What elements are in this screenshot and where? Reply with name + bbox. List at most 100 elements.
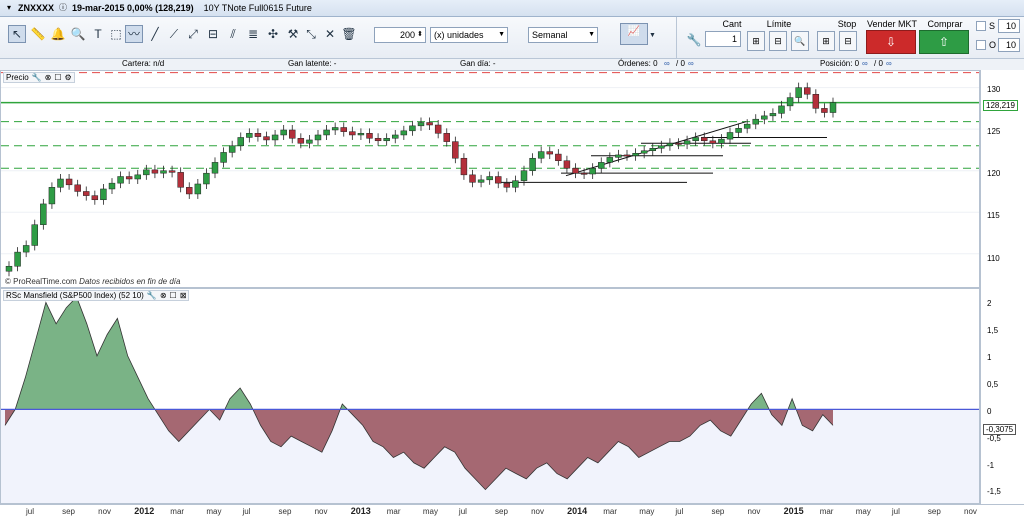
wrench-icon[interactable]: 🔧 [685,31,703,49]
candle [409,120,416,136]
link-icon[interactable]: ∞ [862,59,868,68]
wrench-icon[interactable]: 🔧 [147,291,157,300]
close-circle-icon[interactable]: ⊗ [160,291,167,300]
indicator-chart[interactable] [1,289,979,503]
channel-tool-icon[interactable]: ⫽ [224,25,242,43]
limit-label: Límite [766,19,792,29]
candle-body [649,148,656,152]
ruler-tool-icon[interactable]: 📏 [29,25,47,43]
pointer-tool-icon[interactable]: ↖ [8,25,26,43]
o-value-input[interactable]: 10 [998,38,1020,52]
candle-body [769,113,777,117]
chevron-down-icon[interactable]: ▼ [648,27,656,45]
chart-type-icon[interactable]: 📈 [620,23,648,45]
buy-market-button[interactable]: ⇧ [919,30,969,54]
candle [40,198,47,230]
candle-body [701,137,708,142]
fibonacci-tool-icon[interactable]: ≣ [244,25,262,43]
x-tick-label: jul [891,507,900,516]
trash-icon[interactable]: 🗑 [340,25,358,43]
hammer-tool-icon[interactable]: ⚒ [284,25,302,43]
candle [22,240,30,258]
close-icon[interactable]: ⊠ [180,291,187,300]
link-icon[interactable]: ∞ [688,59,694,68]
pattern-tool-icon[interactable]: ⬚ [107,25,125,43]
time-axis[interactable]: jul sep nov 2012 mar may jul sep nov 2013 mar may ju… [0,504,1024,518]
x-tick-label: 2015 [783,506,804,516]
candle-body [323,129,330,136]
limit-zoom-button[interactable]: 🔍 [791,31,809,51]
candle-body [512,180,519,188]
gann-tool-icon[interactable]: ✣ [264,25,282,43]
text-tool-icon[interactable]: T [89,25,107,43]
ytick-1-5: 1,5 [987,326,999,335]
candle [108,178,116,194]
indicator-y-axis[interactable]: 2 1,5 1 0,5 0 -0,5 -1 -1,5 [980,288,1024,504]
candle-body [640,150,648,154]
candle-body [31,224,38,246]
ordenes-info[interactable]: Órdenes: 0 [618,59,658,68]
sell-market-button[interactable]: ⇩ [866,30,916,54]
alert-bell-icon[interactable]: 🔔 [49,25,67,43]
x-tick-label: may [422,507,438,516]
properties-icon[interactable]: ⚙ [65,73,72,82]
link-icon[interactable]: ∞ [886,59,892,68]
candle [555,149,562,166]
close-circle-icon[interactable]: ⊗ [45,73,52,82]
horizontal-line-icon[interactable]: ⊟ [204,25,222,43]
ytick-minus-1-5: -1,5 [987,487,1001,496]
candle [512,175,519,193]
s-checkbox[interactable] [976,21,986,31]
candle [5,261,13,277]
trendline-tool-icon[interactable]: ⤡ [302,25,320,43]
o-checkbox[interactable] [976,40,986,50]
extended-line-icon[interactable]: ⤢ [184,25,202,43]
maximize-icon[interactable]: ☐ [54,73,61,82]
candle [606,152,614,168]
symbol-label[interactable]: ZNXXXX [18,3,54,13]
x-tick-label: may [639,507,655,516]
candle-body [65,178,73,186]
candle-body [280,129,287,136]
candle [486,171,493,185]
x-tick-label: 2013 [350,506,371,516]
s-value-input[interactable]: 10 [998,19,1020,33]
price-pane[interactable]: Precio 🔧 ⊗ ☐ ⚙ © ProRealTime.com Datos r… [0,70,980,288]
candle [83,186,90,201]
candle [675,138,682,150]
units-type-select[interactable]: (x) unidades ▼ [430,27,508,43]
candle-body [623,154,631,157]
candle-body [194,183,202,195]
stepper-icon[interactable]: ⬍ [417,28,423,42]
indicator-pane[interactable]: RSc Mansfield (S&P500 Index) (52 10) 🔧 ⊗… [0,288,980,504]
posicion-info[interactable]: Posición: 0 [820,59,859,68]
quantity-input[interactable]: 1 [705,31,741,47]
indicator-tool-icon[interactable]: 〰 [125,25,143,43]
x-tick-label: sep [711,507,725,516]
limit-buy-button[interactable]: ⊞ [747,31,765,51]
link-icon[interactable]: ∞ [664,59,670,68]
limit-sell-button[interactable]: ⊟ [769,31,787,51]
stop-buy-button[interactable]: ⊞ [817,31,835,51]
info-icon[interactable]: ⓘ [58,3,68,13]
window-menu-icon[interactable]: ▾ [4,3,14,13]
units-quantity-input[interactable]: 200 ⬍ [374,27,426,43]
maximize-icon[interactable]: ☐ [170,291,177,300]
price-chart[interactable] [1,71,979,287]
stop-sell-button[interactable]: ⊟ [839,31,857,51]
indicator-last-value-tag: -0,3075 [983,424,1017,435]
crosshair-tool-icon[interactable]: ✕ [321,25,339,43]
candle-body [477,179,485,183]
period-select[interactable]: Semanal ▼ [528,27,598,43]
zoom-tool-icon[interactable]: 🔍 [69,25,87,43]
ytick-minus-0-5: -0,5 [987,434,1001,443]
candle [400,125,408,140]
ray-tool-icon[interactable]: ⟋ [165,25,183,43]
candle-body [486,176,493,181]
x-tick-label: nov [98,507,112,516]
x-tick-label: mar [603,507,617,516]
x-tick-label: jul [458,507,467,516]
line-tool-icon[interactable]: ╱ [146,25,164,43]
period-value: Semanal [532,30,568,40]
wrench-icon[interactable]: 🔧 [32,73,42,82]
